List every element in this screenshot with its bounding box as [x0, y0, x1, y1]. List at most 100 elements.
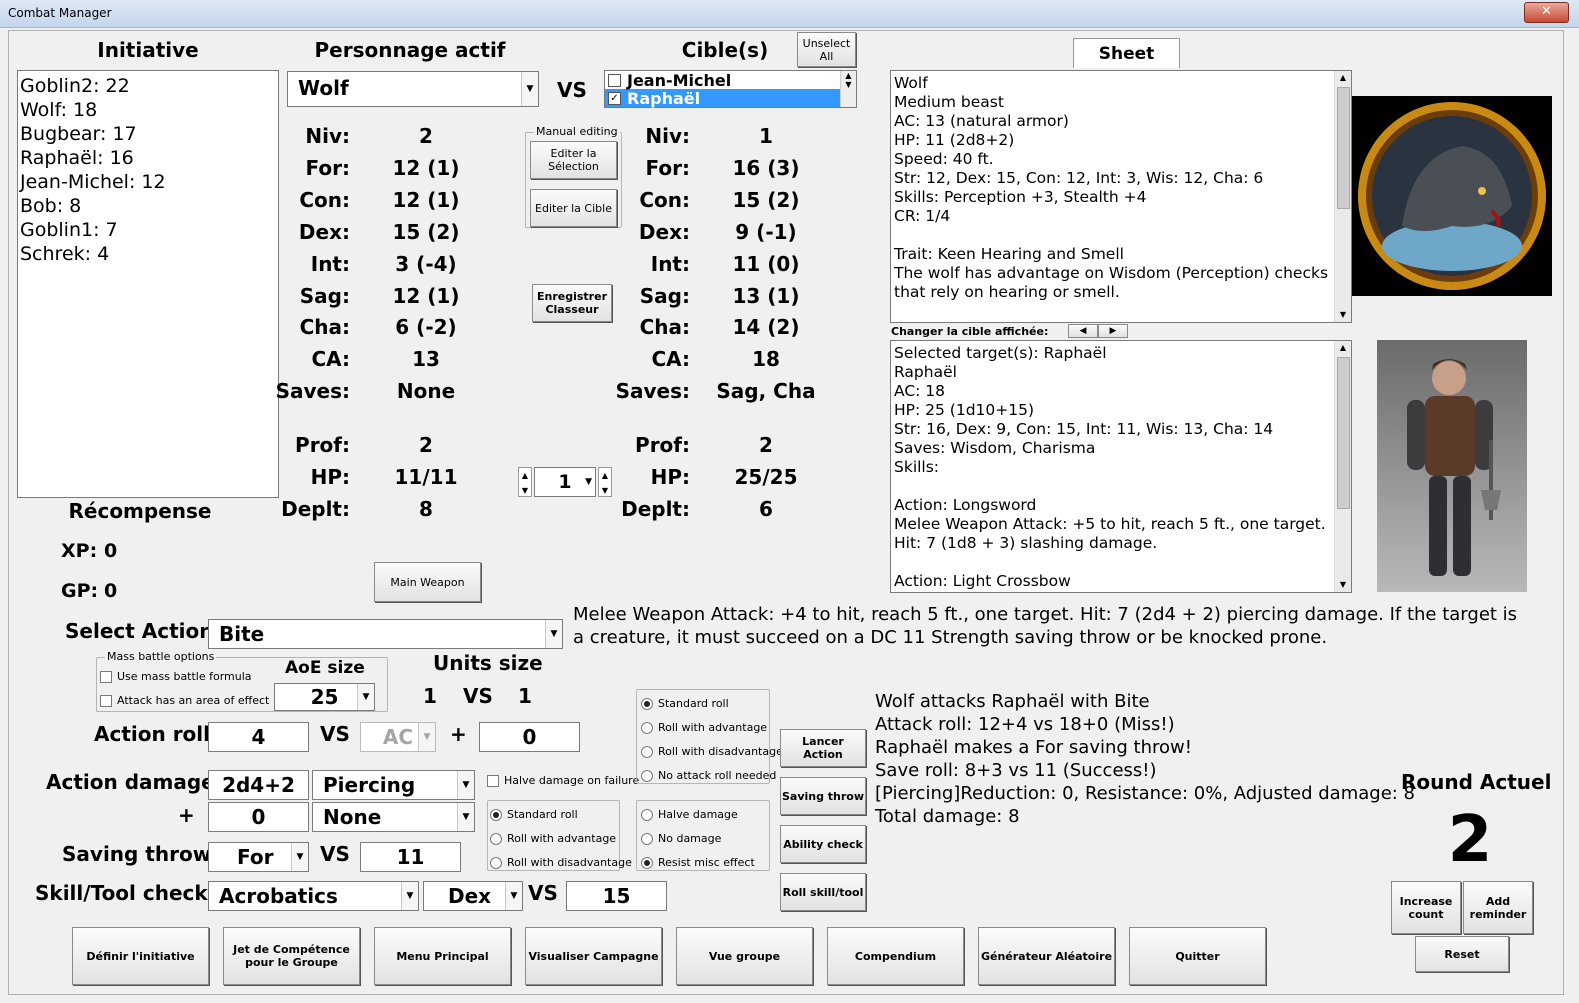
use-mass-battle-checkbox[interactable]: Use mass battle formula — [100, 670, 252, 683]
chevron-down-icon[interactable]: ▼ — [505, 882, 522, 910]
bottom-nav-button[interactable]: Générateur Aléatoire — [978, 927, 1115, 985]
initiative-entry[interactable]: Raphaël: 16 — [20, 146, 276, 170]
hp-increment-spinner[interactable]: ▲ ▼ — [598, 467, 612, 497]
chevron-down-icon[interactable]: ▼ — [457, 803, 474, 831]
chevron-down-icon[interactable]: ▼ — [521, 72, 538, 106]
roll-standard-radio[interactable]: Standard roll — [641, 697, 729, 710]
save-advantage-radio[interactable]: Roll with advantage — [490, 832, 616, 845]
hp-decrement-spinner[interactable]: ▲ ▼ — [518, 467, 532, 497]
chevron-down-icon[interactable]: ▼ — [418, 723, 435, 751]
initiative-entry[interactable]: Bob: 8 — [20, 194, 276, 218]
scroll-up-icon[interactable]: ▲ — [1335, 341, 1351, 355]
chevron-down-icon[interactable]: ▼ — [291, 843, 308, 871]
stat-value: 16 (3) — [732, 155, 800, 180]
save-disadvantage-radio[interactable]: Roll with disadvantage — [490, 856, 632, 869]
no-attack-roll-radio[interactable]: No attack roll needed — [641, 769, 776, 782]
bottom-nav-button[interactable]: Compendium — [827, 927, 964, 985]
resist-misc-label: Resist misc effect — [658, 856, 755, 869]
damage-dice-input[interactable]: 2d4+2 — [208, 770, 309, 800]
ability-check-button[interactable]: Ability check — [780, 825, 866, 863]
bottom-nav-button[interactable]: Jet de Compétence pour le Groupe — [223, 927, 360, 985]
initiative-title: Initiative — [97, 38, 199, 62]
bottom-nav-button[interactable]: Visualiser Campagne — [525, 927, 662, 985]
sheet-scrollbar[interactable]: ▲ ▼ — [1334, 71, 1351, 322]
target-option[interactable]: Jean-Michel — [605, 71, 840, 90]
initiative-entry[interactable]: Goblin2: 22 — [20, 74, 276, 98]
chevron-down-icon[interactable]: ▼ — [585, 468, 592, 496]
save-stat-select[interactable]: For ▼ — [208, 842, 309, 872]
initiative-entry[interactable]: Jean-Michel: 12 — [20, 170, 276, 194]
edit-selection-button[interactable]: Editer la Sélection — [530, 141, 617, 179]
roll-disadvantage-radio[interactable]: Roll with disadvantage — [641, 745, 783, 758]
saving-throw-button[interactable]: Saving throw — [780, 777, 866, 815]
skill-dc-input[interactable]: 15 — [566, 881, 667, 911]
scroll-thumb[interactable] — [1337, 87, 1350, 209]
save-binder-button[interactable]: Enregistrer Classeur — [532, 284, 612, 322]
chevron-down-icon[interactable]: ▼ — [545, 620, 562, 648]
save-dc-input[interactable]: 11 — [360, 842, 461, 872]
initiative-entry[interactable]: Schrek: 4 — [20, 242, 276, 266]
next-target-button[interactable]: ▶ — [1098, 324, 1128, 338]
launch-action-button[interactable]: Lancer Action — [780, 729, 866, 767]
scroll-down-icon[interactable]: ▼ — [1335, 578, 1351, 592]
checkbox-checked-icon[interactable]: ✓ — [608, 91, 621, 105]
extra-damage-input[interactable]: 0 — [208, 802, 309, 832]
stat-row: Prof: 2 — [240, 433, 520, 457]
scroll-down-icon[interactable]: ▼ — [1335, 308, 1351, 322]
target-list-scrollbar[interactable]: ▲ ▼ — [840, 71, 856, 107]
scroll-thumb[interactable] — [1337, 357, 1350, 509]
active-character-select[interactable]: Wolf ▼ — [287, 71, 539, 107]
extra-damage-type-select[interactable]: None ▼ — [312, 802, 475, 832]
aoe-size-select[interactable]: 25 ▼ — [274, 683, 375, 711]
roll-disadvantage-label: Roll with disadvantage — [658, 745, 783, 758]
reset-button[interactable]: Reset — [1415, 936, 1509, 972]
increase-count-button[interactable]: Increase count — [1391, 881, 1461, 934]
roll-skill-button[interactable]: Roll skill/tool — [780, 873, 866, 911]
halve-on-failure-checkbox[interactable]: Halve damage on failure — [487, 774, 639, 787]
bottom-nav-button[interactable]: Vue groupe — [676, 927, 813, 985]
close-button[interactable]: ✕ — [1524, 2, 1569, 23]
chevron-down-icon[interactable]: ▼ — [457, 771, 474, 799]
target-sheet-text[interactable]: Selected target(s): Raphaël Raphaël AC: … — [890, 340, 1352, 593]
chevron-down-icon[interactable]: ▼ — [401, 882, 418, 910]
save-standard-radio[interactable]: Standard roll — [490, 808, 578, 821]
bottom-nav-button[interactable]: Définir l'initiative — [72, 927, 209, 985]
edit-target-button[interactable]: Editer la Cible — [530, 189, 617, 227]
stat-value: 13 — [412, 347, 440, 372]
active-sheet-text[interactable]: Wolf Medium beast AC: 13 (natural armor)… — [890, 70, 1352, 323]
stat-value: 12 (1) — [392, 187, 460, 212]
target-option[interactable]: ✓ Raphaël — [605, 89, 840, 108]
add-reminder-button[interactable]: Add reminder — [1463, 881, 1533, 934]
initiative-entry[interactable]: Bugbear: 17 — [20, 122, 276, 146]
action-select[interactable]: Bite ▼ — [208, 619, 563, 649]
main-weapon-button[interactable]: Main Weapon — [374, 562, 481, 602]
checkbox-icon[interactable] — [608, 73, 621, 87]
chevron-down-icon[interactable]: ▼ — [357, 684, 374, 710]
target-defense-select[interactable]: AC ▼ — [360, 722, 436, 752]
sheet-scrollbar[interactable]: ▲ ▼ — [1334, 341, 1351, 592]
initiative-entry[interactable]: Goblin1: 7 — [20, 218, 276, 242]
initiative-entry[interactable]: Wolf: 18 — [20, 98, 276, 122]
previous-target-button[interactable]: ◀ — [1068, 324, 1098, 338]
stat-row: Niv: 1 — [580, 124, 860, 148]
target-sheet-content: Selected target(s): Raphaël Raphaël AC: … — [894, 344, 1326, 590]
scroll-up-icon[interactable]: ▲ — [1335, 71, 1351, 85]
bottom-nav-button[interactable]: Menu Principal — [374, 927, 511, 985]
tab-sheet-infos[interactable]: Sheet Infos — [1073, 38, 1180, 94]
halve-damage-radio[interactable]: Halve damage — [641, 808, 738, 821]
aoe-attack-checkbox[interactable]: Attack has an area of effect — [100, 694, 269, 707]
skill-stat-select[interactable]: Dex ▼ — [423, 881, 523, 911]
action-roll-input[interactable]: 4 — [208, 722, 309, 752]
unselect-all-button[interactable]: Unselect All — [797, 32, 856, 67]
hp-change-input[interactable]: 1 ▼ — [534, 467, 596, 497]
target-list[interactable]: Jean-Michel ✓ Raphaël ▲ ▼ — [604, 70, 857, 108]
bottom-nav-button[interactable]: Quitter — [1129, 927, 1266, 985]
roll-advantage-radio[interactable]: Roll with advantage — [641, 721, 767, 734]
roll-bonus-input[interactable]: 0 — [479, 722, 580, 752]
skill-select[interactable]: Acrobatics ▼ — [208, 881, 419, 911]
active-sheet-content: Wolf Medium beast AC: 13 (natural armor)… — [894, 74, 1329, 301]
stat-value: 13 (1) — [732, 283, 800, 308]
no-damage-radio[interactable]: No damage — [641, 832, 721, 845]
resist-misc-radio[interactable]: Resist misc effect — [641, 856, 755, 869]
damage-type-select[interactable]: Piercing ▼ — [312, 770, 475, 800]
